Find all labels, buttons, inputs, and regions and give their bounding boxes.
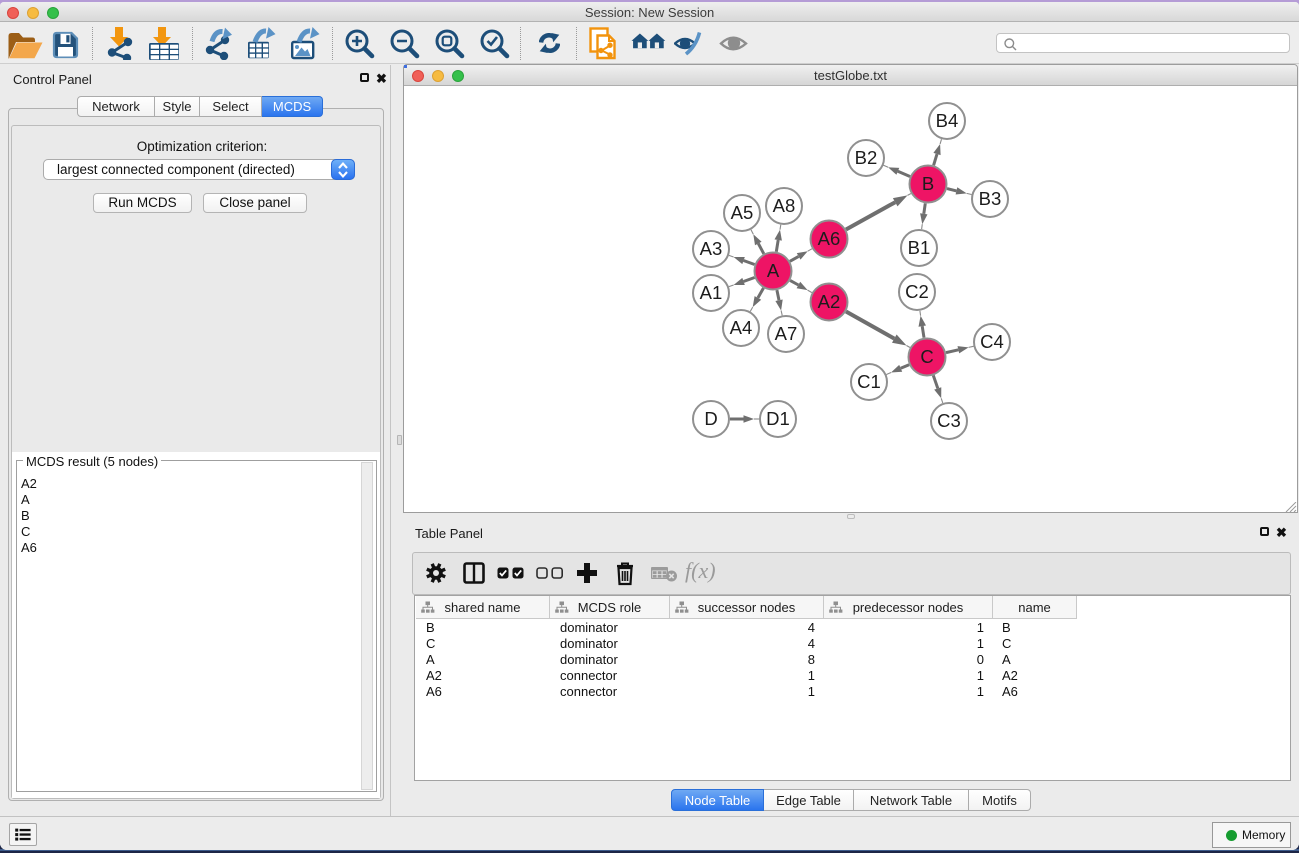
svg-text:B: B — [922, 173, 934, 194]
svg-text:B3: B3 — [979, 188, 1002, 209]
svg-text:A: A — [767, 260, 780, 281]
svg-text:B2: B2 — [855, 147, 878, 168]
svg-text:D1: D1 — [766, 408, 790, 429]
svg-text:A2: A2 — [818, 291, 841, 312]
svg-text:A7: A7 — [775, 323, 798, 344]
svg-text:B4: B4 — [936, 110, 959, 131]
svg-text:C1: C1 — [857, 371, 881, 392]
svg-text:C2: C2 — [905, 281, 929, 302]
svg-text:C3: C3 — [937, 410, 961, 431]
svg-text:C4: C4 — [980, 331, 1004, 352]
svg-text:B1: B1 — [908, 237, 931, 258]
svg-text:A5: A5 — [731, 202, 754, 223]
svg-text:D: D — [704, 408, 717, 429]
svg-text:A4: A4 — [730, 317, 753, 338]
svg-text:C: C — [920, 346, 933, 367]
svg-text:A8: A8 — [773, 195, 796, 216]
svg-text:A1: A1 — [700, 282, 723, 303]
svg-text:A3: A3 — [700, 238, 723, 259]
svg-text:A6: A6 — [818, 228, 841, 249]
